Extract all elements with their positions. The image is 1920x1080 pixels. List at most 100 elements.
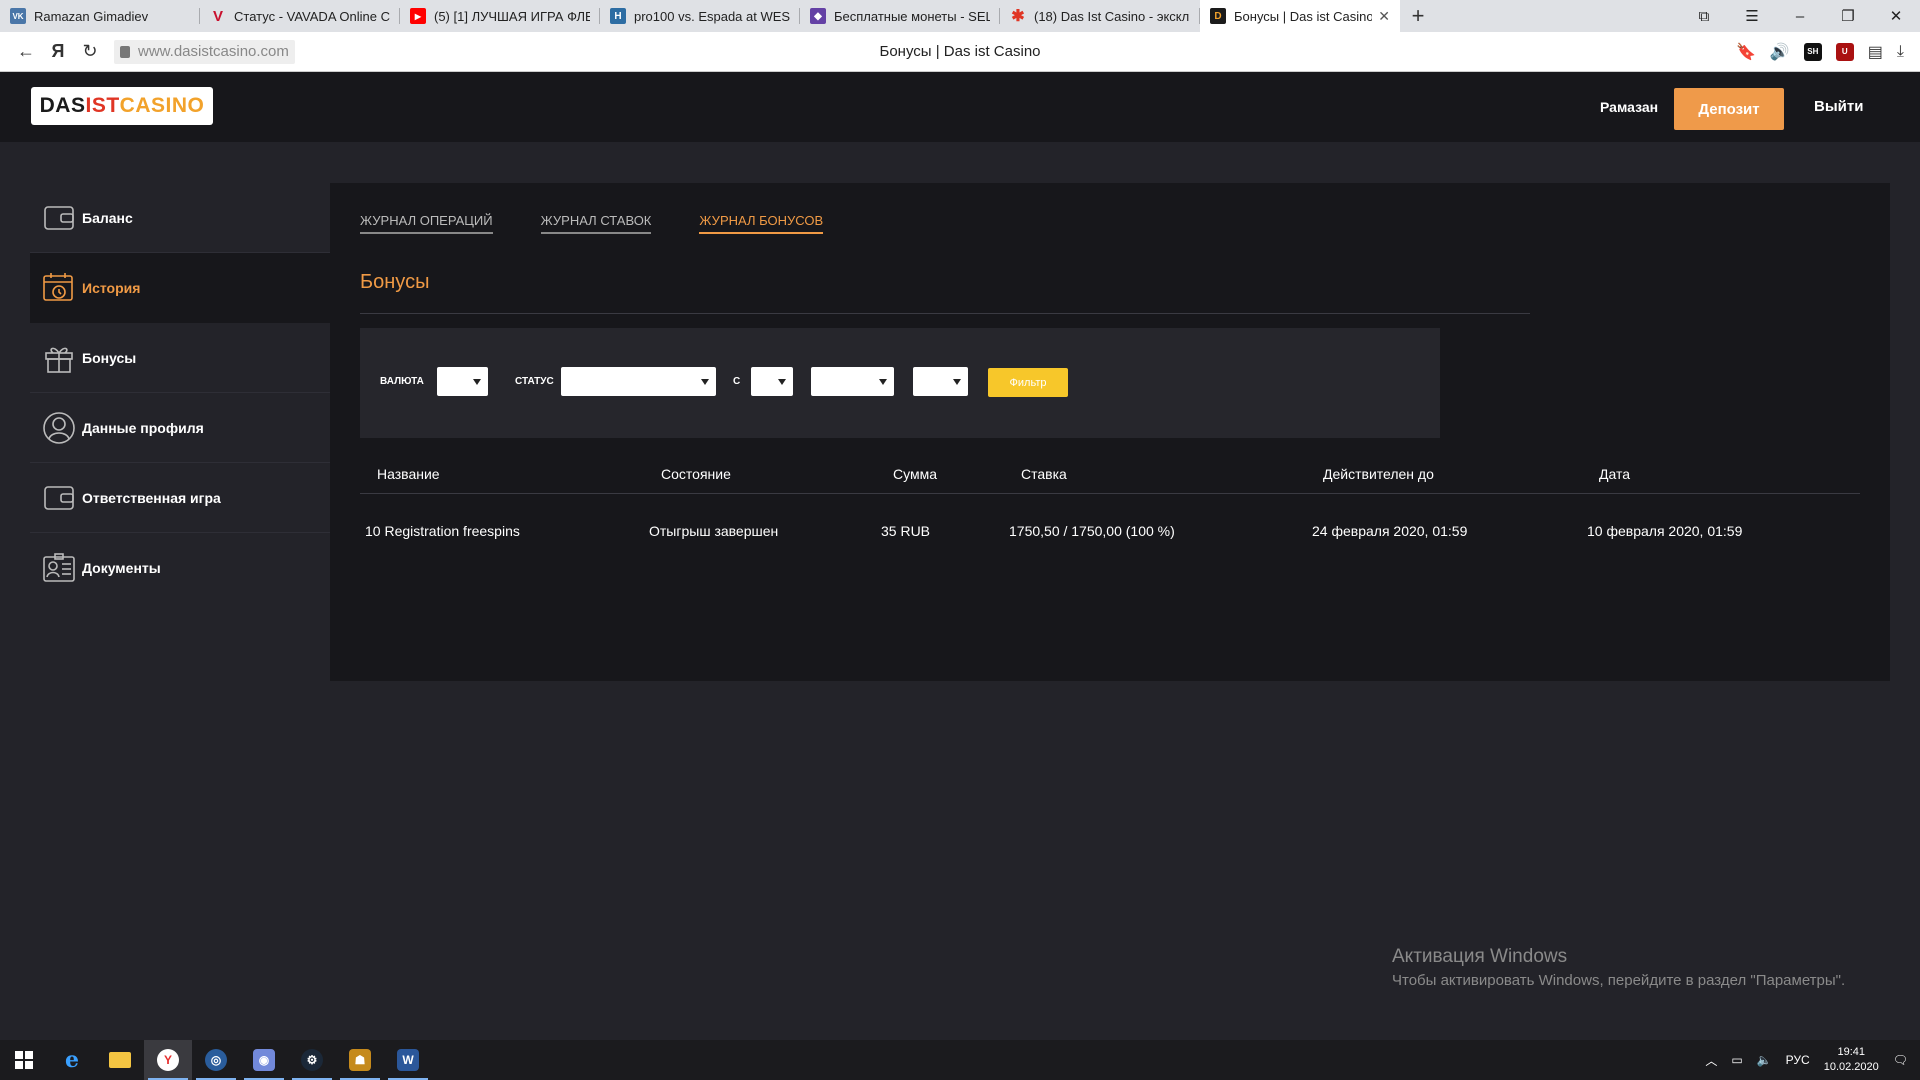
- bonus-name: 10 Registration freespins: [365, 523, 520, 539]
- chevron-up-icon[interactable]: ︿: [1705, 1052, 1717, 1069]
- sidebar-item-balance[interactable]: Баланс: [30, 183, 330, 253]
- teamspeak-icon[interactable]: ◎: [192, 1040, 240, 1080]
- logout-button[interactable]: Выйти: [1814, 72, 1863, 142]
- sidebar-item-history[interactable]: История: [30, 253, 330, 323]
- user-name[interactable]: Рамазан: [1600, 72, 1658, 142]
- discord-icon[interactable]: ◉: [240, 1040, 288, 1080]
- windows-activation-watermark: Активация Windows Чтобы активировать Win…: [1392, 946, 1846, 989]
- column-header: Действителен до: [1323, 466, 1434, 482]
- system-tray: ︿ ▭ 🔈 РУС 19:41 10.02.2020 🗨: [1705, 1045, 1920, 1075]
- taskbar: e Y ◎ ◉ ⚙ ☗ W ︿ ▭ 🔈 РУС 19:41 10.02.2020…: [0, 1040, 1920, 1080]
- casino-icon: ✱: [1011, 8, 1025, 25]
- lock-icon: [120, 45, 130, 58]
- browser-tab[interactable]: VK Ramazan Gimadiev: [0, 0, 200, 32]
- browser-tab[interactable]: Hpro100 vs. Espada at WESG: [600, 0, 800, 32]
- column-header: Состояние: [661, 466, 731, 482]
- bonus-amount: 35 RUB: [881, 523, 931, 539]
- browser-toolbar: 🔖 🔊 SH U ▤ ⤓: [1736, 42, 1920, 62]
- sidebar-item-bonuses[interactable]: Бонусы: [30, 323, 330, 393]
- from-label: С: [733, 376, 741, 387]
- calendar-clock-icon: [40, 269, 78, 307]
- site-header: DAS IST CASINO Рамазан Депозит Выйти: [0, 72, 1920, 142]
- sidebar: Баланс История Бонусы Данные профиля Отв…: [30, 183, 330, 603]
- twitch-icon: ◆: [810, 8, 826, 24]
- hltv-icon: H: [610, 8, 626, 24]
- column-header: Название: [377, 466, 440, 482]
- das-ist-casino-icon: D: [1210, 8, 1226, 24]
- tab-bets-log[interactable]: Журнал ставок: [540, 213, 652, 234]
- notifications-icon[interactable]: 🗨: [1893, 1053, 1908, 1067]
- column-header: Ставка: [1021, 466, 1067, 482]
- browser-tab[interactable]: ◆ Бесплатные монеты - SELE: [800, 0, 1000, 32]
- table-row: 10 Registration freespins Отыгрыш заверш…: [360, 523, 1860, 547]
- address-bar: Бонусы | Das ist Casino ← Я ↻ www.dasist…: [0, 32, 1920, 72]
- download-icon[interactable]: ⤓: [1897, 43, 1904, 61]
- deposit-button[interactable]: Депозит: [1674, 88, 1784, 130]
- wallet-icon: [40, 199, 78, 237]
- currency-label: Валюта: [380, 376, 424, 387]
- divider: [360, 313, 1530, 314]
- edge-icon[interactable]: e: [48, 1040, 96, 1080]
- steam-icon[interactable]: ⚙: [288, 1040, 336, 1080]
- status-select[interactable]: [561, 367, 716, 396]
- browser-tab[interactable]: V Статус - VAVADA Online Ca: [200, 0, 400, 32]
- bookmarks-icon[interactable]: ⧉: [1680, 0, 1728, 32]
- day-select[interactable]: [751, 367, 793, 396]
- yandex-icon[interactable]: Я: [42, 41, 74, 62]
- csgo-icon[interactable]: ☗: [336, 1040, 384, 1080]
- month-select[interactable]: [811, 367, 894, 396]
- currency-select[interactable]: [437, 367, 488, 396]
- vavada-icon: V: [212, 7, 223, 25]
- page-title: Бонусы: [360, 271, 430, 293]
- restore-icon[interactable]: ❐: [1824, 0, 1872, 32]
- id-card-icon: [40, 549, 78, 587]
- browser-tab-active[interactable]: D Бонусы | Das ist Casino ✕: [1200, 0, 1400, 32]
- filter-button[interactable]: Фильтр: [988, 368, 1068, 397]
- wallet-icon: [40, 479, 78, 517]
- ublock-icon[interactable]: U: [1835, 42, 1854, 61]
- minimize-icon[interactable]: –: [1776, 0, 1824, 32]
- status-label: Статус: [515, 376, 554, 387]
- bonus-wager: 1750,50 / 1750,00 (100 %): [1009, 523, 1175, 539]
- youtube-icon: ▶: [410, 8, 426, 24]
- word-icon[interactable]: W: [384, 1040, 432, 1080]
- browser-tab[interactable]: ✱ (18) Das Ist Casino - экскл: [1000, 0, 1200, 32]
- bonus-date: 10 февраля 2020, 01:59: [1587, 523, 1743, 539]
- sh-extension-icon[interactable]: SH: [1803, 42, 1822, 61]
- user-profile-icon: [40, 409, 78, 447]
- network-icon[interactable]: ▭: [1731, 1053, 1742, 1067]
- column-header: Дата: [1599, 466, 1631, 482]
- tab-operations-log[interactable]: Журнал операций: [360, 213, 493, 234]
- browser-tab[interactable]: ▶ (5) [1] ЛУЧШАЯ ИГРА ФЛЕ: [400, 0, 600, 32]
- logo[interactable]: DAS IST CASINO: [31, 87, 213, 125]
- browser-tab-bar: VK Ramazan Gimadiev V Статус - VAVADA Onli…: [0, 0, 1920, 32]
- file-explorer-icon[interactable]: [96, 1040, 144, 1080]
- history-tabs: Журнал операций Журнал ставок Журнал бон…: [360, 213, 871, 234]
- yandex-browser-icon[interactable]: Y: [144, 1040, 192, 1080]
- sidebar-item-responsible-gaming[interactable]: Ответственная игра: [30, 463, 330, 533]
- bookmark-icon[interactable]: 🔖: [1736, 42, 1756, 62]
- reload-icon[interactable]: ↻: [74, 41, 106, 62]
- close-tab-icon[interactable]: ✕: [1378, 8, 1390, 25]
- sidebar-item-documents[interactable]: Документы: [30, 533, 330, 603]
- volume-icon[interactable]: 🔈: [1757, 1053, 1772, 1067]
- sidebar-item-profile[interactable]: Данные профиля: [30, 393, 330, 463]
- extensions-icon[interactable]: ▤: [1868, 42, 1883, 62]
- windows-start-icon[interactable]: [0, 1040, 48, 1080]
- bonus-valid-until: 24 февраля 2020, 01:59: [1312, 523, 1468, 539]
- tab-bonuses-log[interactable]: Журнал бонусов: [699, 213, 824, 234]
- language-indicator[interactable]: РУС: [1786, 1053, 1810, 1067]
- filter-bar: Валюта Статус С Фильтр: [360, 328, 1440, 438]
- vk-icon: VK: [10, 8, 26, 24]
- year-select[interactable]: [913, 367, 968, 396]
- window-controls: ⧉ ☰ – ❐ ✕: [1680, 0, 1920, 32]
- new-tab-button[interactable]: +: [1400, 0, 1436, 32]
- bonus-state: Отыгрыш завершен: [649, 523, 779, 539]
- menu-icon[interactable]: ☰: [1728, 0, 1776, 32]
- url-field[interactable]: www.dasistcasino.com: [114, 39, 295, 64]
- column-header: Сумма: [893, 466, 937, 482]
- clock[interactable]: 19:41 10.02.2020: [1824, 1045, 1879, 1075]
- speaker-icon[interactable]: 🔊: [1770, 42, 1790, 62]
- close-icon[interactable]: ✕: [1872, 0, 1920, 32]
- back-icon[interactable]: ←: [10, 41, 42, 62]
